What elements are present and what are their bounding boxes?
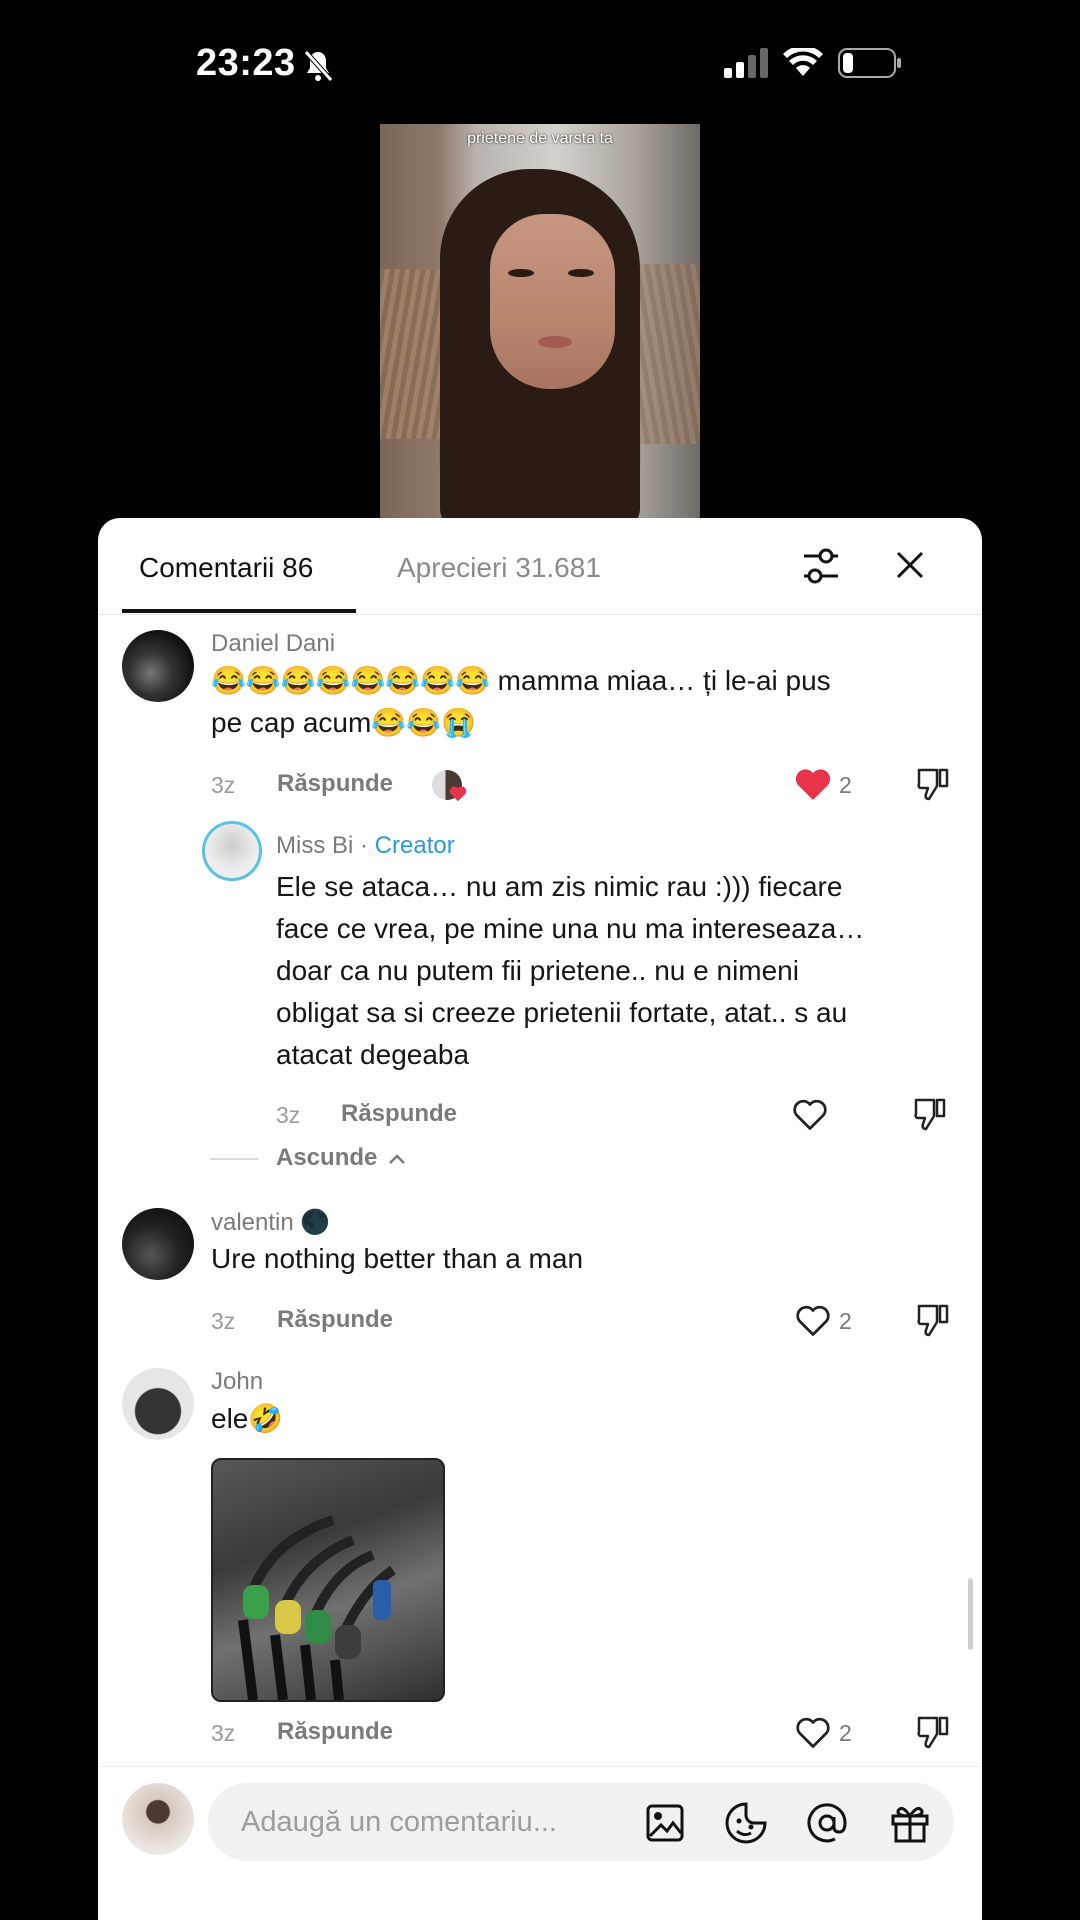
creator-badge: Creator [374, 832, 455, 859]
close-icon[interactable] [895, 550, 925, 580]
signal-icon [724, 48, 768, 78]
comment-item: valentin 🌑 Ure nothing better than a man… [98, 1208, 982, 1358]
reply-item: Miss Bi · Creator Ele se ataca… nu am zi… [98, 818, 982, 1131]
comment-input-bar: Adaugă un comentariu... [98, 1766, 982, 1920]
heart-icon[interactable] [795, 768, 831, 802]
video-preview[interactable]: prietene de varsta ta [380, 124, 700, 518]
comment-text: ele🤣 [211, 1403, 284, 1434]
dislike-icon[interactable] [915, 1714, 951, 1750]
like-count: 2 [839, 1720, 852, 1746]
reply-text-line: obligat sa si creeze prietenii fortate, … [276, 997, 848, 1028]
comment-image[interactable] [211, 1458, 445, 1702]
heart-icon[interactable] [795, 1716, 831, 1750]
video-caption: prietene de varsta ta [467, 130, 613, 147]
like-count: 2 [839, 772, 852, 798]
status-bar: 23:23 [0, 0, 1080, 125]
emoji-icon[interactable] [724, 1801, 768, 1845]
bell-off-icon [304, 50, 333, 82]
reply-text-line: face ce vrea, pe mine una nu ma interese… [276, 913, 865, 944]
reply-button[interactable]: Răspunde [341, 1100, 457, 1128]
comment-item: Daniel Dani 😂😂😂😂😂😂😂😂 mamma miaa… ți le-a… [98, 614, 982, 802]
creator-separator: · [353, 832, 375, 859]
status-time: 23:23 [196, 42, 296, 84]
comment-author: valentin 🌑 [211, 1208, 330, 1237]
video-subject-face [490, 214, 615, 389]
image-icon[interactable] [645, 1803, 685, 1843]
reply-button[interactable]: Răspunde [277, 770, 393, 798]
dislike-icon[interactable] [912, 1096, 948, 1132]
reply-button[interactable]: Răspunde [277, 1306, 393, 1334]
reply-author: Miss Bi · Creator [276, 832, 455, 860]
reply-author-name[interactable]: Miss Bi [276, 832, 353, 859]
sheet-tabs: Comentarii 86 Aprecieri 31.681 [98, 518, 982, 615]
fuel-nozzles-image [238, 1515, 396, 1700]
heart-icon[interactable] [795, 1304, 831, 1338]
gift-icon[interactable] [888, 1801, 932, 1845]
dislike-icon[interactable] [915, 766, 951, 802]
battery-icon [838, 48, 901, 78]
comment-input[interactable]: Adaugă un comentariu... [208, 1783, 954, 1861]
my-avatar[interactable] [122, 1783, 194, 1855]
tab-comments[interactable]: Comentarii 86 [139, 552, 313, 584]
comment-meta-row: 3z Răspunde 2 [98, 1716, 982, 1758]
reply-text-line: doar ca nu putem fii prietene.. nu e nim… [276, 955, 799, 986]
scrollbar[interactable] [968, 1578, 973, 1650]
hide-replies-line [210, 1158, 258, 1160]
video-subject-eye [508, 269, 534, 277]
comment-text: Ure nothing better than a man [211, 1243, 584, 1274]
filter-icon[interactable] [802, 548, 840, 584]
tab-likes[interactable]: Aprecieri 31.681 [397, 552, 601, 584]
comments-sheet: Comentarii 86 Aprecieri 31.681 Daniel Da… [98, 518, 982, 1920]
comment-text: 😂😂😂😂😂😂😂😂 mamma miaa… ți le-ai pus pe cap… [211, 660, 831, 744]
mention-icon[interactable] [805, 1801, 849, 1845]
comment-author-name[interactable]: valentin [211, 1209, 294, 1236]
chevron-up-icon [389, 1154, 405, 1164]
comment-text-line: 😂😂😂😂😂😂😂😂 mamma miaa… ți le-ai pus [211, 665, 831, 696]
reply-button[interactable]: Răspunde [277, 1718, 393, 1746]
active-tab-indicator [122, 609, 356, 613]
comment-time: 3z [211, 772, 236, 798]
comment-author[interactable]: John [211, 1368, 263, 1396]
comment-author[interactable]: Daniel Dani [211, 630, 335, 658]
avatar[interactable] [122, 1208, 194, 1280]
avatar[interactable] [122, 630, 194, 702]
dislike-icon[interactable] [915, 1302, 951, 1338]
like-count: 2 [839, 1308, 852, 1334]
heart-icon[interactable] [792, 1098, 828, 1132]
avatar[interactable] [122, 1368, 194, 1440]
comment-input-placeholder: Adaugă un comentariu... [241, 1806, 557, 1838]
hide-replies-label: Ascunde [276, 1144, 378, 1171]
comment-time: 3z [211, 1720, 236, 1746]
comment-time: 3z [211, 1308, 236, 1334]
reply-text: Ele se ataca… nu am zis nimic rau :))) f… [276, 866, 864, 1076]
reply-time: 3z [276, 1102, 301, 1128]
wifi-icon [783, 48, 823, 76]
video-subject-eye [568, 269, 594, 277]
hide-replies-button[interactable]: Ascunde [276, 1144, 406, 1172]
comment-text-line: pe cap acum😂😂😭 [211, 707, 476, 738]
video-subject-lips [538, 336, 572, 348]
reply-text-line: Ele se ataca… nu am zis nimic rau :))) f… [276, 871, 843, 902]
moon-emoji: 🌑 [300, 1209, 331, 1236]
reply-text-line: atacat degeaba [276, 1039, 470, 1070]
creator-avatar[interactable] [202, 821, 262, 881]
liked-heart-icon [449, 786, 467, 802]
